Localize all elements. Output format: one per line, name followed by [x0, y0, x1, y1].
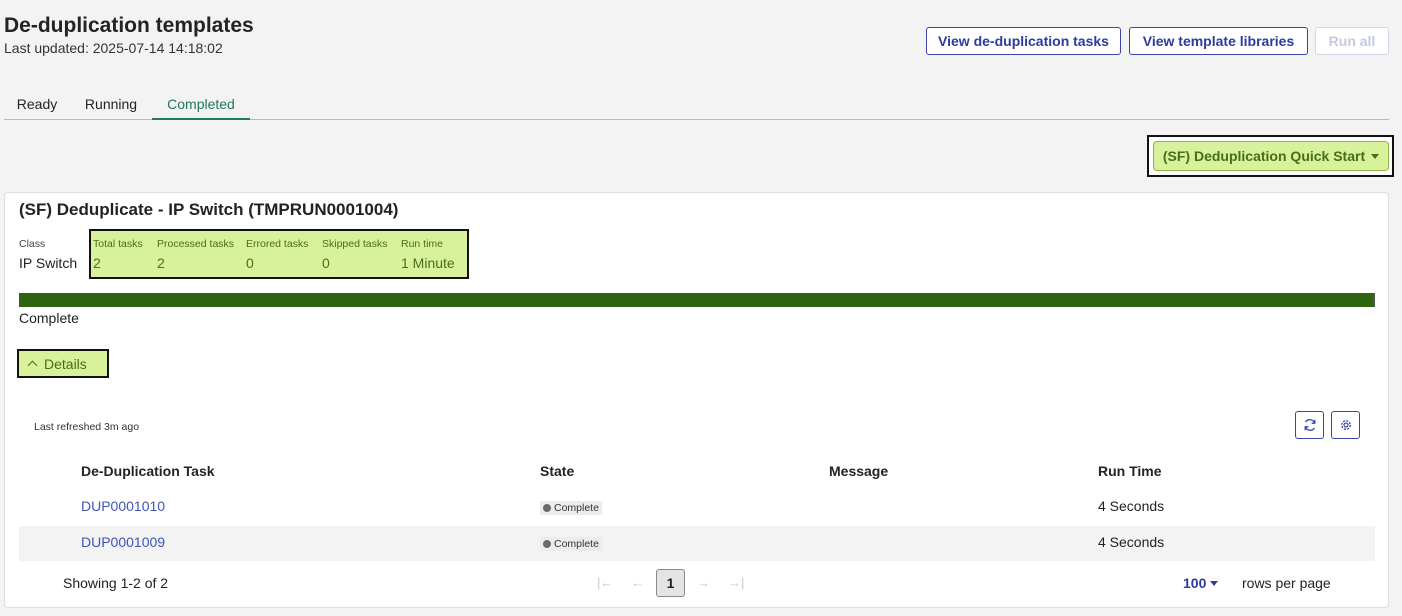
stat-value-skipped: 0 — [322, 255, 330, 271]
column-header-run-time[interactable]: Run Time — [1098, 463, 1162, 479]
tab-completed[interactable]: Completed — [152, 92, 250, 120]
view-template-libraries-button[interactable]: View template libraries — [1129, 27, 1308, 55]
status-text: Complete — [554, 502, 599, 514]
run-time-cell: 4 Seconds — [1098, 498, 1165, 514]
refresh-icon — [1304, 419, 1315, 431]
details-label: Details — [44, 355, 87, 372]
view-deduplication-tasks-button[interactable]: View de-duplication tasks — [926, 27, 1121, 55]
tab-running[interactable]: Running — [70, 92, 152, 120]
first-page-icon[interactable]: |← — [597, 575, 613, 590]
last-updated-text: Last updated: 2025-07-14 14:18:02 — [4, 40, 223, 56]
class-label: Class — [19, 238, 46, 250]
stat-value-total: 2 — [93, 255, 101, 271]
quick-start-label: (SF) Deduplication Quick Start — [1162, 148, 1366, 164]
previous-page-icon[interactable]: ← — [631, 575, 644, 590]
card-title: (SF) Deduplicate - IP Switch (TMPRUN0001… — [19, 200, 399, 219]
page-title: De-duplication templates — [4, 14, 254, 37]
tab-bar: Ready Running Completed — [4, 92, 1389, 120]
chevron-up-icon — [27, 360, 38, 371]
stat-value-errored: 0 — [246, 255, 254, 271]
deduplication-quick-start-button[interactable]: (SF) Deduplication Quick Start — [1153, 141, 1389, 171]
class-value: IP Switch — [19, 255, 78, 271]
stat-label-run-time: Run time — [401, 238, 444, 250]
progress-bar — [19, 293, 1375, 307]
settings-button[interactable] — [1331, 411, 1360, 439]
page-number-button[interactable]: 1 — [656, 569, 685, 597]
caret-down-icon — [1371, 153, 1380, 159]
caret-down-icon — [1210, 580, 1219, 586]
pagination-summary: Showing 1-2 of 2 — [63, 575, 169, 591]
stat-label-skipped: Skipped tasks — [322, 238, 388, 250]
table-row: DUP0001009 Complete 4 Seconds — [19, 526, 1375, 561]
rows-per-page-label: rows per page — [1242, 575, 1331, 591]
run-time-cell: 4 Seconds — [1098, 534, 1165, 550]
stats-highlight: Total tasks 2 Processed tasks 2 Errored … — [89, 229, 469, 279]
template-run-card: (SF) Deduplicate - IP Switch (TMPRUN0001… — [4, 192, 1389, 608]
status-text: Complete — [554, 538, 599, 550]
refresh-button[interactable] — [1295, 411, 1324, 439]
last-refreshed-text: Last refreshed 3m ago — [34, 421, 140, 433]
status-badge: Complete — [540, 501, 602, 515]
stat-label-processed: Processed tasks — [157, 238, 235, 250]
stat-label-total: Total tasks — [93, 238, 143, 250]
status-badge: Complete — [540, 537, 602, 551]
status-dot-icon — [543, 504, 551, 512]
table-row: DUP0001010 Complete 4 Seconds — [19, 490, 1375, 525]
run-all-button[interactable]: Run all — [1315, 27, 1389, 55]
tab-ready[interactable]: Ready — [4, 92, 70, 120]
column-header-message[interactable]: Message — [829, 463, 888, 479]
next-page-icon[interactable]: → — [697, 575, 710, 590]
stat-value-run-time: 1 Minute — [401, 255, 455, 271]
column-header-task[interactable]: De-Duplication Task — [81, 463, 215, 479]
stat-label-errored: Errored tasks — [246, 238, 309, 250]
column-header-state[interactable]: State — [540, 463, 574, 479]
status-dot-icon — [543, 540, 551, 548]
stat-value-processed: 2 — [157, 255, 165, 271]
progress-status: Complete — [19, 310, 79, 326]
rows-per-page-select[interactable]: 100 — [1183, 575, 1219, 591]
gear-icon — [1340, 420, 1351, 430]
task-link[interactable]: DUP0001010 — [81, 498, 165, 514]
task-link[interactable]: DUP0001009 — [81, 534, 165, 550]
rows-per-page-value: 100 — [1183, 575, 1207, 591]
details-toggle-button[interactable]: Details — [17, 349, 109, 378]
last-page-icon[interactable]: →| — [728, 575, 744, 590]
